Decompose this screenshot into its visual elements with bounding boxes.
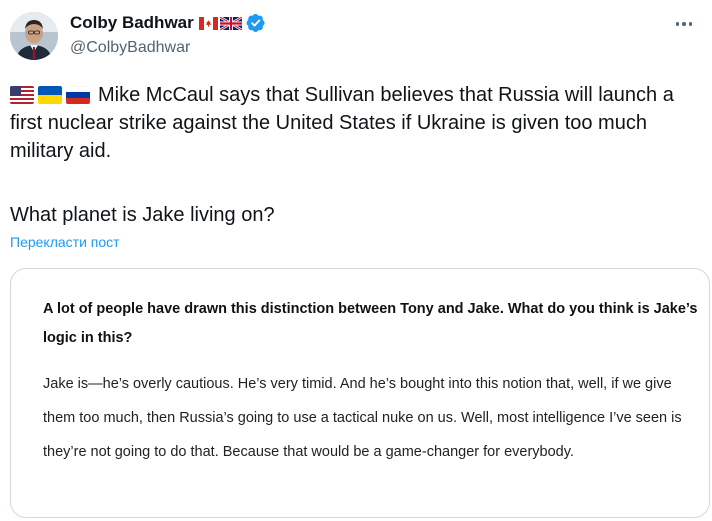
tweet-text: Mike McCaul says that Sullivan believes …	[10, 81, 710, 165]
author-handle[interactable]: @ColbyBadhwar	[70, 37, 266, 59]
avatar[interactable]	[10, 12, 58, 60]
uk-flag-icon	[219, 16, 242, 30]
interview-answer: Jake is—he’s overly cautious. He’s very …	[43, 376, 682, 460]
avatar-image	[10, 12, 58, 60]
ukraine-flag-icon	[38, 86, 62, 104]
tweet-paragraph-2: What planet is Jake living on?	[10, 204, 275, 226]
translate-post-link[interactable]: Перекласти пост	[10, 234, 120, 250]
quoted-image-card[interactable]: A lot of people have drawn this distinct…	[10, 268, 710, 518]
interview-question: A lot of people have drawn this distinct…	[43, 301, 698, 346]
tweet-header: Colby Badhwar @ColbyBadhwar	[70, 12, 266, 59]
more-options-icon[interactable]	[670, 14, 698, 34]
tweet[interactable]: Colby Badhwar @ColbyBadhwar Mike McCaul …	[0, 0, 712, 521]
author-name[interactable]: Colby Badhwar	[70, 12, 194, 34]
canada-flag-icon	[198, 16, 218, 30]
flag-emoji-group	[10, 86, 90, 104]
russia-flag-icon	[66, 86, 90, 104]
author-name-row: Colby Badhwar	[70, 12, 266, 34]
verified-badge-icon[interactable]	[246, 13, 266, 33]
us-flag-icon	[10, 86, 34, 104]
tweet-paragraph-1: Mike McCaul says that Sullivan believes …	[10, 84, 674, 162]
